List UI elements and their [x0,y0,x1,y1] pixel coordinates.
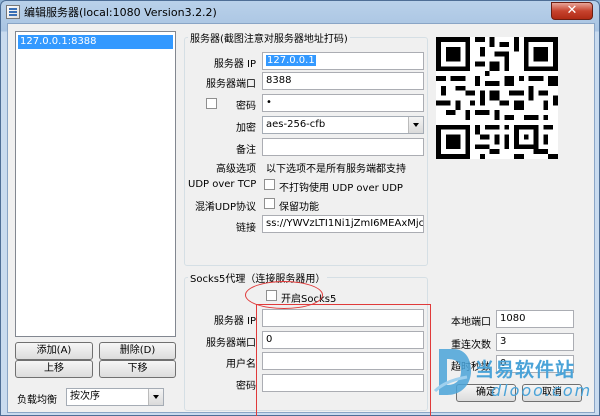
advanced-options-note: 以下选项不是所有服务端都支持 [266,164,406,175]
obfs-udp-label: 混淆UDP协议 [194,202,256,213]
watermark-logo-icon [433,349,471,395]
obfs-udp-option[interactable]: 保留功能 [279,198,319,213]
socks5-server-ip-label: 服务器 IP [213,316,256,327]
highlight-rectangle [256,304,431,416]
remark-input[interactable] [262,138,424,156]
server-port-input[interactable]: 8388 [262,72,424,90]
socks5-password-label: 密码 [236,381,256,392]
delete-button[interactable]: 删除(D) [99,342,176,360]
password-label: 密码 [236,101,256,112]
udp-over-tcp-option[interactable]: 不打钩使用 UDP over UDP [279,179,403,194]
load-balance-label: 负载均衡 [17,395,57,406]
close-button[interactable]: ✕ [551,2,593,20]
move-down-button[interactable]: 下移 [99,360,176,378]
chevron-down-icon[interactable] [408,117,423,133]
watermark: 当易软件站 dlooo.com [433,343,600,416]
password-input[interactable]: • [262,94,424,112]
watermark-url: dlooo.com [491,381,593,400]
obfs-udp-checkbox[interactable] [264,198,275,209]
server-ip-value: 127.0.0.1 [266,55,316,66]
local-port-label: 本地端口 [451,317,491,328]
udp-over-tcp-label: UDP over TCP [188,179,257,190]
remark-label: 备注 [236,145,256,156]
move-up-button[interactable]: 上移 [15,360,93,378]
encryption-label: 加密 [236,123,256,134]
advanced-options-label: 高级选项 [216,164,256,175]
socks5-username-label: 用户名 [226,359,256,370]
window-title: 编辑服务器(local:1080 Version3.2.2) [24,6,217,19]
link-input[interactable]: ss://YWVzLTI1Ni1jZmI6MEAxMjcuMC [262,215,424,233]
encryption-select[interactable]: aes-256-cfb [262,116,424,134]
socks5-server-port-label: 服务器端口 [206,338,256,349]
add-button[interactable]: 添加(A) [15,342,93,360]
server-list-item[interactable]: 127.0.0.1:8388 [18,35,173,49]
local-port-input[interactable]: 1080 [496,310,574,328]
server-list[interactable]: 127.0.0.1:8388 [15,31,176,337]
server-ip-input[interactable]: 127.0.0.1 [262,52,424,70]
qr-code-image [436,37,558,159]
link-label: 链接 [236,223,256,234]
server-port-label: 服务器端口 [206,79,256,90]
server-group-title: 服务器(截图注意对服务器地址打码) [188,30,350,45]
udp-over-tcp-checkbox[interactable] [264,179,275,190]
encryption-value: aes-256-cfb [266,119,326,130]
load-balance-value: 按次序 [70,391,100,402]
chevron-down-icon[interactable] [148,389,163,405]
watermark-text: 当易软件站 [475,359,576,381]
edit-server-window: 编辑服务器(local:1080 Version3.2.2) ✕ 127.0.0… [0,0,600,416]
app-icon [6,5,20,19]
load-balance-select[interactable]: 按次序 [66,388,164,406]
title-bar[interactable]: 编辑服务器(local:1080 Version3.2.2) ✕ [1,1,599,23]
server-ip-label: 服务器 IP [213,59,256,70]
show-password-checkbox[interactable] [206,98,217,109]
